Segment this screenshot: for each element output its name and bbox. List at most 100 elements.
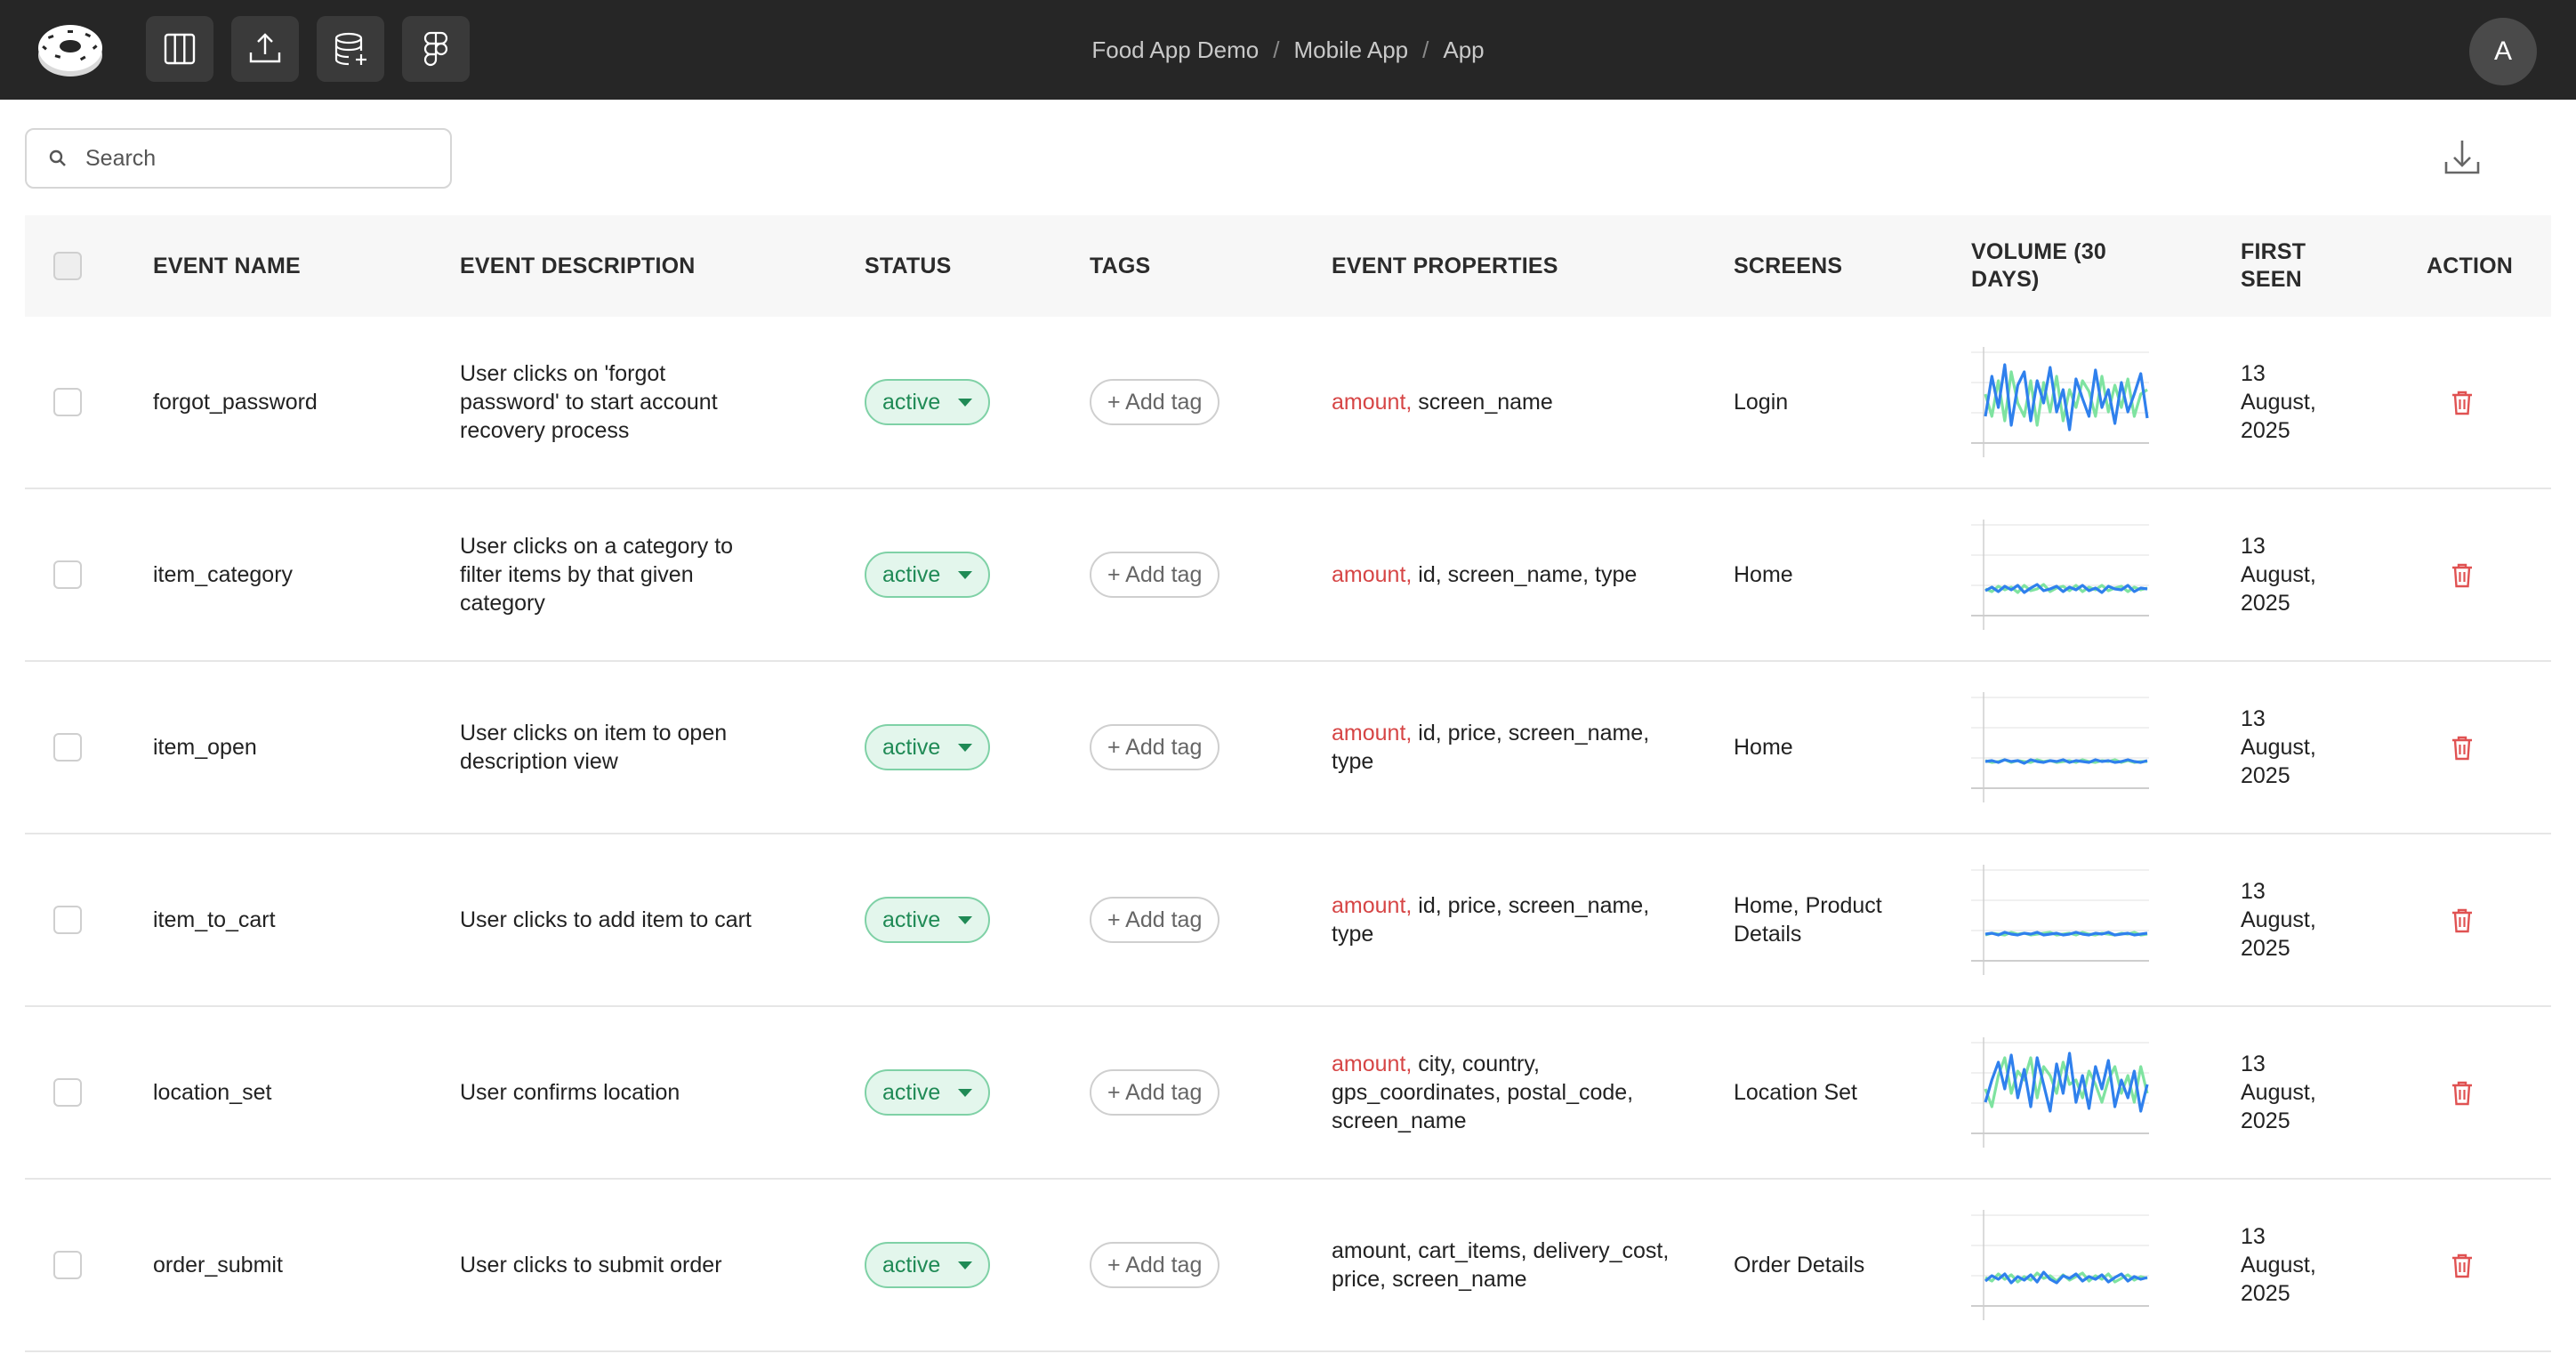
- trash-icon[interactable]: [2449, 733, 2475, 762]
- column-header-event-description[interactable]: EVENT DESCRIPTION: [460, 215, 696, 317]
- table-row[interactable]: order_submit User clicks to submit order…: [25, 1180, 2551, 1352]
- table-row[interactable]: item_to_cart User clicks to add item to …: [25, 834, 2551, 1007]
- table-row[interactable]: item_category User clicks on a category …: [25, 489, 2551, 662]
- event-properties: amount, id, price, screen_name, type: [1332, 662, 1687, 833]
- select-all-checkbox[interactable]: [53, 252, 82, 280]
- volume-sparkline: [1971, 834, 2149, 1005]
- event-description: User clicks on 'forgot password' to star…: [460, 361, 718, 443]
- volume-sparkline: [1971, 489, 2149, 660]
- status-dropdown[interactable]: active: [865, 897, 991, 943]
- event-name[interactable]: item_category: [153, 489, 438, 660]
- row-checkbox[interactable]: [53, 388, 82, 416]
- table-row[interactable]: location_set User confirms location acti…: [25, 1007, 2551, 1180]
- column-header-tags[interactable]: TAGS: [1090, 215, 1150, 317]
- event-name[interactable]: location_set: [153, 1007, 438, 1178]
- row-select[interactable]: [53, 1007, 82, 1178]
- upload-button[interactable]: [231, 16, 299, 82]
- breadcrumb-item-app[interactable]: Mobile App: [1293, 36, 1408, 64]
- status-dropdown[interactable]: active: [865, 379, 991, 425]
- status-dropdown[interactable]: active: [865, 552, 991, 598]
- add-tag-button[interactable]: + Add tag: [1090, 1242, 1220, 1288]
- first-seen: 13 August, 2025: [2241, 1052, 2316, 1133]
- row-checkbox[interactable]: [53, 560, 82, 589]
- breadcrumb-item-project[interactable]: Food App Demo: [1091, 36, 1259, 64]
- column-header-first-seen[interactable]: FIRST SEEN: [2241, 215, 2330, 317]
- status-dropdown[interactable]: active: [865, 724, 991, 770]
- trash-icon[interactable]: [2449, 388, 2475, 416]
- download-button[interactable]: [2441, 133, 2483, 180]
- header-select-all[interactable]: [53, 215, 82, 317]
- row-select[interactable]: [53, 662, 82, 833]
- add-tag-button[interactable]: + Add tag: [1090, 724, 1220, 770]
- tags-cell: + Add tag: [1090, 489, 1220, 660]
- status-dropdown[interactable]: active: [865, 1242, 991, 1288]
- caret-down-icon: [958, 398, 973, 407]
- action-cell: [2449, 662, 2475, 833]
- table-row[interactable]: forgot_password User clicks on 'forgot p…: [25, 317, 2551, 489]
- status-dropdown[interactable]: active: [865, 1069, 991, 1116]
- search-input[interactable]: [85, 145, 423, 172]
- status-cell: active: [865, 489, 991, 660]
- column-header-screens[interactable]: SCREENS: [1734, 215, 1842, 317]
- trash-icon[interactable]: [2449, 560, 2475, 589]
- database-add-button[interactable]: [317, 16, 384, 82]
- breadcrumb-item-current[interactable]: App: [1443, 36, 1484, 64]
- event-properties: amount, id, screen_name, type: [1332, 489, 1687, 660]
- screens: Home: [1734, 735, 1793, 760]
- event-name[interactable]: item_open: [153, 662, 438, 833]
- table-header: EVENT NAME EVENT DESCRIPTION STATUS TAGS…: [25, 215, 2551, 317]
- status-cell: active: [865, 317, 991, 488]
- row-select[interactable]: [53, 489, 82, 660]
- property-list: screen_name: [1418, 390, 1553, 415]
- add-tag-button[interactable]: + Add tag: [1090, 379, 1220, 425]
- event-name[interactable]: item_to_cart: [153, 834, 438, 1005]
- status-label: active: [882, 735, 941, 760]
- figma-button[interactable]: [402, 16, 470, 82]
- column-header-status[interactable]: STATUS: [865, 215, 952, 317]
- trash-icon[interactable]: [2449, 906, 2475, 934]
- row-checkbox[interactable]: [53, 733, 82, 762]
- screens: Location Set: [1734, 1080, 1857, 1105]
- property-highlight: amount,: [1332, 1052, 1413, 1076]
- row-checkbox[interactable]: [53, 1251, 82, 1279]
- event-name[interactable]: order_submit: [153, 1180, 438, 1350]
- row-select[interactable]: [53, 834, 82, 1005]
- breadcrumb: Food App Demo / Mobile App / App: [0, 0, 2576, 100]
- tags-cell: + Add tag: [1090, 1007, 1220, 1178]
- column-header-volume[interactable]: VOLUME (30 DAYS): [1971, 215, 2122, 317]
- table-row[interactable]: item_open User clicks on item to open de…: [25, 662, 2551, 834]
- search-box[interactable]: [25, 128, 452, 189]
- property-highlight: amount,: [1332, 562, 1413, 587]
- row-checkbox[interactable]: [53, 1078, 82, 1107]
- action-cell: [2449, 1180, 2475, 1350]
- trash-icon[interactable]: [2449, 1251, 2475, 1279]
- database-add-icon: [334, 32, 366, 66]
- volume-sparkline: [1971, 1180, 2149, 1350]
- event-properties: amount, cart_items, delivery_cost, price…: [1332, 1180, 1687, 1350]
- caret-down-icon: [958, 570, 973, 579]
- volume-chart: [1971, 1037, 2149, 1148]
- row-select[interactable]: [53, 1180, 82, 1350]
- status-cell: active: [865, 1180, 991, 1350]
- status-label: active: [882, 1253, 941, 1277]
- column-header-event-properties[interactable]: EVENT PROPERTIES: [1332, 215, 1558, 317]
- trash-icon[interactable]: [2449, 1078, 2475, 1107]
- add-tag-button[interactable]: + Add tag: [1090, 897, 1220, 943]
- donut-logo-icon[interactable]: [36, 18, 105, 80]
- first-seen: 13 August, 2025: [2241, 706, 2316, 788]
- event-description: User confirms location: [460, 1080, 680, 1105]
- event-name[interactable]: forgot_password: [153, 317, 438, 488]
- avatar[interactable]: A: [2469, 18, 2537, 85]
- tags-cell: + Add tag: [1090, 317, 1220, 488]
- volume-sparkline: [1971, 317, 2149, 488]
- property-highlight: amount,: [1332, 893, 1413, 918]
- row-select[interactable]: [53, 317, 82, 488]
- breadcrumb-separator: /: [1273, 36, 1280, 63]
- column-header-event-name[interactable]: EVENT NAME: [153, 215, 301, 317]
- breadcrumb-separator: /: [1422, 36, 1429, 63]
- add-tag-button[interactable]: + Add tag: [1090, 1069, 1220, 1116]
- add-tag-button[interactable]: + Add tag: [1090, 552, 1220, 598]
- row-checkbox[interactable]: [53, 906, 82, 934]
- columns-button[interactable]: [146, 16, 213, 82]
- first-seen: 13 August, 2025: [2241, 534, 2316, 616]
